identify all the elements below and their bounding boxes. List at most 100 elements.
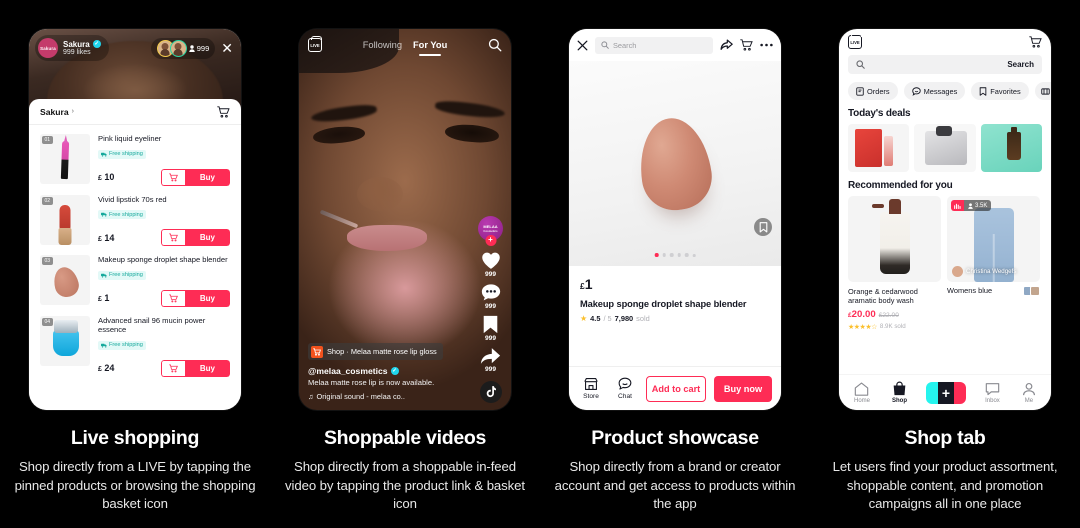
phone-frame-video: LIVE Following For You MELAA Cosmetics + [299, 29, 511, 410]
bookmark-icon[interactable] [754, 218, 772, 236]
comment-action[interactable]: 999 [481, 283, 501, 310]
music-note-icon: ♫ [308, 392, 314, 401]
free-shipping-badge: Free shipping [98, 210, 146, 219]
search-icon[interactable] [488, 38, 502, 52]
share-icon[interactable] [720, 39, 733, 51]
tab-for-you[interactable]: For You [413, 40, 447, 56]
messages-icon [911, 86, 921, 96]
tab-following[interactable]: Following [363, 40, 402, 50]
add-to-cart-button[interactable] [160, 168, 185, 186]
follow-button[interactable]: + [485, 235, 496, 246]
share-action[interactable]: 999 [480, 347, 501, 373]
live-icon[interactable]: LIVE [848, 32, 862, 49]
live-icon[interactable]: LIVE [308, 35, 322, 52]
video-description: Melaa matte rose lip is now available. [308, 378, 435, 387]
verified-badge-icon: ✓ [390, 367, 399, 375]
shop-basket-icon [311, 345, 323, 358]
music-disc-icon[interactable] [479, 381, 502, 403]
panel-shoppable-videos: LIVE Following For You MELAA Cosmetics + [270, 0, 540, 528]
music-title: Original sound - melaa co.. [316, 392, 405, 401]
truck-icon [101, 343, 107, 348]
caption-shoppable-videos: Shoppable videos Shop directly from a sh… [280, 427, 530, 514]
search-input[interactable]: Search [595, 36, 713, 54]
close-icon[interactable]: ✕ [219, 41, 235, 55]
chip-favorites[interactable]: Favorites [971, 82, 1029, 100]
add-to-cart-button[interactable] [160, 359, 185, 377]
creator-handle-text: @melaa_cosmetics [308, 366, 388, 376]
deal-card[interactable] [980, 124, 1042, 172]
product-top-bar: Search [569, 29, 781, 61]
chat-button[interactable]: Chat [612, 377, 638, 400]
add-to-cart-button[interactable] [160, 229, 185, 246]
product-details: £1 Makeup sponge droplet shape blender ★… [569, 266, 781, 323]
add-to-cart-button[interactable]: Add to cart [646, 375, 706, 402]
chip-coupons[interactable] [1034, 82, 1051, 100]
product-card[interactable]: 3.5K Christina Wedgefs Womens blue [947, 196, 1040, 331]
phone-frame-shop: LIVE Search Orders Messages Favorites To… [839, 29, 1051, 410]
carousel-dot[interactable] [654, 253, 659, 257]
carousel-dot[interactable] [677, 253, 682, 257]
buy-button[interactable]: Buy [184, 359, 230, 377]
creator-avatar[interactable]: MELAA Cosmetics + [478, 216, 503, 246]
buy-now-button[interactable]: Buy now [714, 375, 772, 402]
shopping-cart-icon[interactable] [740, 39, 753, 51]
creator-handle[interactable]: @melaa_cosmetics ✓ [308, 366, 463, 376]
chip-orders[interactable]: Orders [848, 82, 898, 100]
live-shop-name[interactable]: Sakura [40, 107, 69, 117]
tiktok-note-icon [486, 386, 496, 398]
deal-card[interactable] [914, 124, 976, 172]
nav-item-inbox[interactable]: Inbox [985, 382, 1000, 404]
list-item[interactable]: 01 Pink liquid eyeliner Free shipping £ … [29, 129, 241, 190]
currency-symbol: £ [98, 296, 102, 303]
inbox-icon [985, 382, 1000, 395]
shopping-cart-icon[interactable] [217, 105, 230, 118]
nav-label: Shop [891, 398, 907, 404]
home-icon [855, 381, 869, 396]
sold-count-label: 8.9K sold [879, 323, 906, 331]
carousel-dot[interactable] [662, 253, 666, 257]
live-viewers: 3.5K [964, 200, 992, 211]
shopping-cart-icon[interactable] [1029, 36, 1042, 48]
store-icon [584, 378, 598, 390]
section-heading-deals: Today's deals [848, 108, 911, 119]
create-icon[interactable]: + [925, 381, 966, 404]
product-hero-image[interactable] [569, 61, 781, 266]
buy-button[interactable]: Buy [184, 289, 230, 307]
search-icon [856, 60, 865, 69]
add-to-cart-button[interactable] [160, 289, 185, 307]
list-item[interactable]: 02 Vivid lipstick 70s red Free shipping … [29, 190, 241, 251]
live-viewers-pill[interactable]: 999 [150, 37, 216, 59]
more-options-icon[interactable] [760, 43, 773, 47]
nav-item-me[interactable]: Me [1022, 382, 1036, 404]
bookmark-action[interactable]: 999 [482, 315, 499, 342]
nav-item-home[interactable]: Home [854, 381, 870, 404]
list-item[interactable]: 03 Makeup sponge droplet shape blender F… [29, 250, 241, 311]
product-info: Pink liquid eyeliner Free shipping £ 10 [98, 134, 230, 186]
list-item[interactable]: 04 Advanced snail 96 mucin power essence… [29, 311, 241, 381]
live-host-pill[interactable]: Sakura Sakura ✓ 999 likes [35, 35, 109, 61]
product-link-pill[interactable]: Shop · Melaa matte rose lip gloss [308, 343, 443, 360]
buy-button[interactable]: Buy [184, 229, 230, 246]
original-price: £22.00 [878, 311, 899, 319]
video-subject-eye-right [444, 122, 500, 145]
video-music-row[interactable]: ♫ Original sound - melaa co.. [308, 392, 463, 401]
deal-card[interactable] [848, 124, 910, 172]
store-button[interactable]: Store [578, 377, 604, 400]
carousel-dot[interactable] [692, 253, 696, 257]
profile-icon [1022, 382, 1035, 395]
free-shipping-label: Free shipping [109, 272, 143, 278]
chip-messages[interactable]: Messages [903, 82, 966, 100]
product-rank: 04 [42, 317, 53, 326]
like-action[interactable]: 999 [481, 251, 501, 278]
carousel-dot[interactable] [685, 253, 689, 257]
caption-product-showcase: Product showcase Shop directly from a br… [550, 427, 800, 514]
carousel-dot[interactable] [669, 253, 674, 257]
close-icon[interactable] [577, 40, 588, 51]
nav-item-shop[interactable]: Shop [892, 381, 907, 404]
search-input[interactable]: Search [848, 55, 1042, 74]
buy-button[interactable]: Buy [184, 168, 230, 186]
search-button-label[interactable]: Search [1007, 60, 1034, 69]
product-card[interactable]: Orange & cedarwood aramatic body wash £2… [848, 196, 941, 331]
comment-icon [481, 284, 500, 301]
truck-icon [101, 212, 107, 217]
